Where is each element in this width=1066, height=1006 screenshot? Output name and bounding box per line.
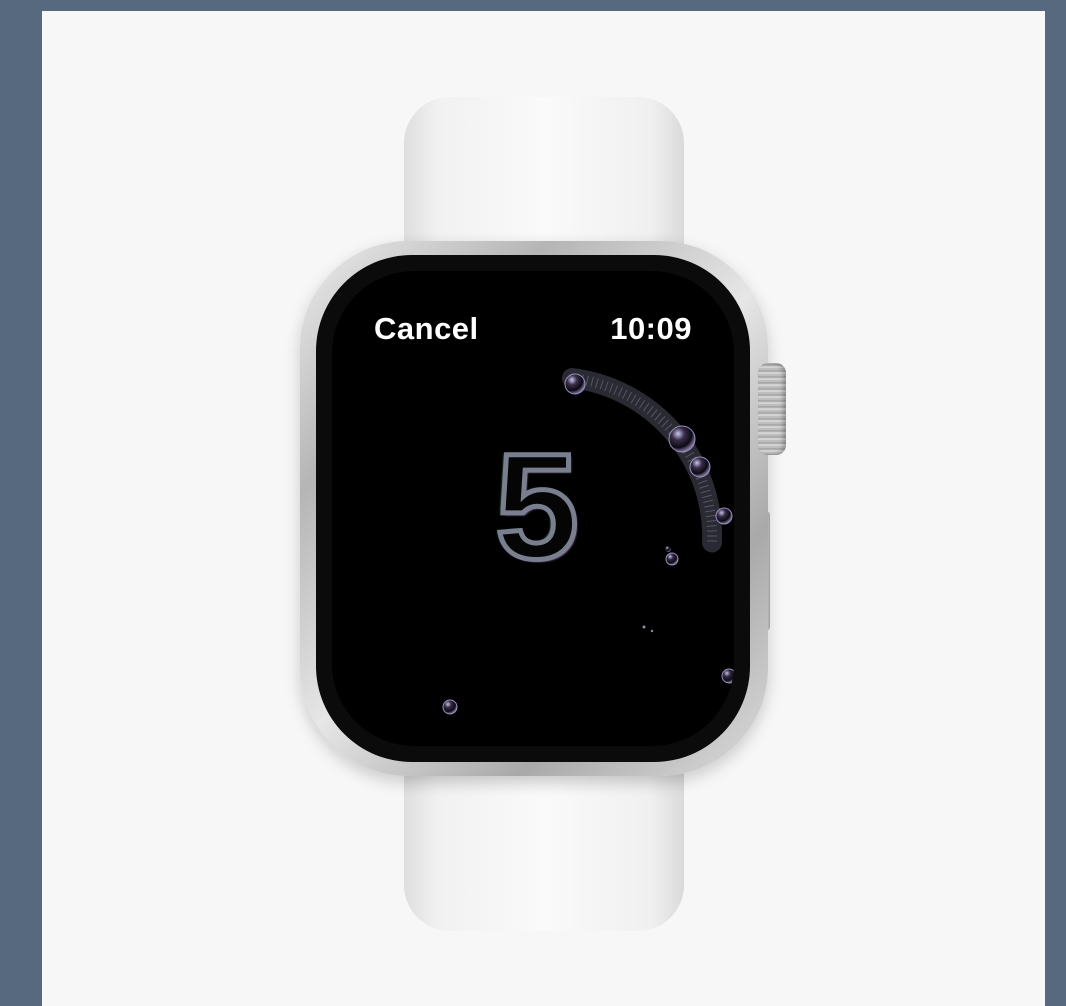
countdown-number: 5	[493, 422, 581, 590]
digital-crown[interactable]	[758, 363, 786, 455]
bubble	[665, 552, 679, 566]
bubble	[715, 507, 733, 525]
bubble	[642, 625, 646, 629]
image-frame: Cancel 10:09 5	[42, 11, 1045, 1006]
bubble	[650, 629, 654, 633]
bubble	[689, 456, 711, 478]
bubble	[564, 373, 586, 395]
bubble	[665, 546, 671, 552]
bubble	[721, 668, 734, 684]
watch-screen: Cancel 10:09 5	[332, 271, 734, 746]
bubble	[668, 425, 696, 453]
bubble	[442, 699, 458, 715]
foam-arc	[562, 368, 723, 553]
